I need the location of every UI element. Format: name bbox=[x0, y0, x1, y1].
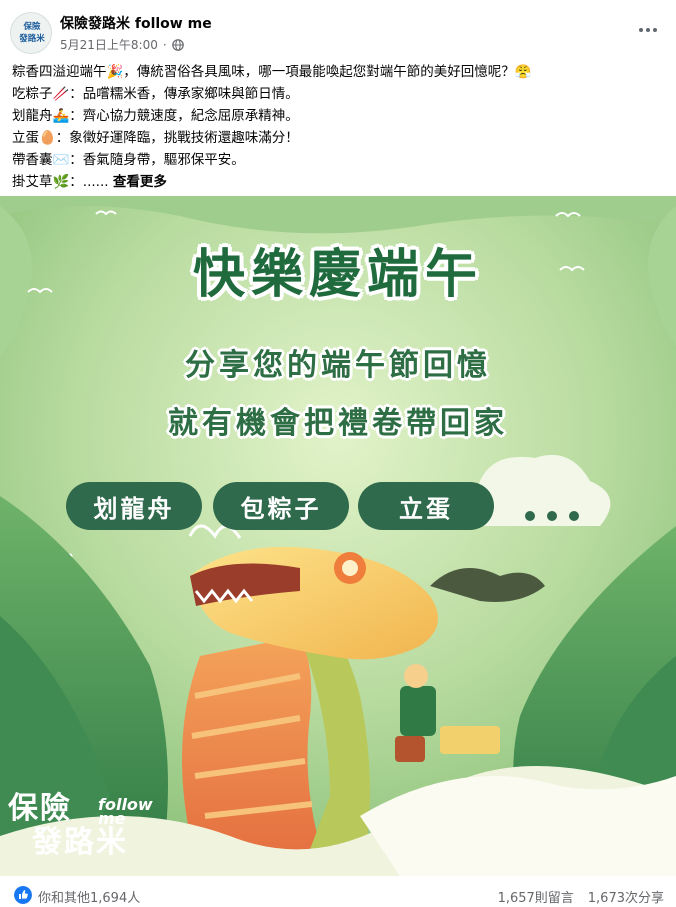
post-text-line-6: 掛艾草🌿：...... 查看更多 bbox=[12, 172, 662, 194]
comment-count[interactable]: 1,657則留言 bbox=[498, 887, 574, 906]
post-text-line-2: 吃粽子🥢：品嚐糯米香，傳承家鄉味與節日情。 bbox=[12, 85, 299, 102]
banner-subtitle-2: 就有機會把禮卷帶回家 bbox=[168, 406, 508, 441]
see-more-link[interactable]: 查看更多 bbox=[113, 174, 167, 190]
reaction-count[interactable]: 你和其他1,694人 bbox=[38, 887, 140, 906]
share-count[interactable]: 1,673次分享 bbox=[588, 887, 664, 906]
avatar-text-2: 發路米 bbox=[19, 34, 45, 44]
brand-me: me bbox=[98, 809, 126, 828]
option-egg-standing: 立蛋 bbox=[358, 482, 494, 530]
post-stats: 1,657則留言 1,673次分享 bbox=[498, 887, 664, 906]
post-meta: 5月21日上午8:00 · bbox=[60, 36, 184, 53]
page-name-link[interactable]: 保險發路米 follow me bbox=[60, 13, 212, 33]
more-options-icon[interactable] bbox=[636, 20, 660, 40]
post-text-line-6-text: 掛艾草🌿：...... bbox=[12, 173, 109, 190]
brand-follow-me: follow me bbox=[98, 797, 158, 828]
like-icon bbox=[14, 886, 32, 904]
option-zongzi: 包粽子 bbox=[213, 482, 349, 530]
avatar-text-1: 保險 bbox=[23, 22, 41, 32]
globe-icon[interactable] bbox=[171, 38, 184, 51]
page-avatar[interactable]: 保險 發路米 bbox=[10, 12, 52, 54]
post-image[interactable]: 快樂慶端午 分享您的端午節回憶 就有機會把禮卷帶回家 划龍舟 包粽子 立蛋 保險… bbox=[0, 196, 676, 876]
brand-line-2: 發路米 bbox=[32, 825, 128, 860]
post-header: 保險 發路米 保險發路米 follow me 5月21日上午8:00 · bbox=[0, 0, 676, 62]
post-timestamp[interactable]: 5月21日上午8:00 bbox=[60, 36, 158, 53]
option-dragon-boat: 划龍舟 bbox=[66, 482, 202, 530]
banner-title: 快樂慶端午 bbox=[192, 245, 483, 305]
post-text: 粽香四溢迎端午🎉，傳統習俗各具風味，哪一項最能喚起您對端午節的美好回憶呢？😤 吃… bbox=[12, 62, 662, 193]
post-text-line-5: 帶香囊✉️：香氣隨身帶，驅邪保平安。 bbox=[12, 151, 245, 168]
banner-subtitle-1: 分享您的端午節回憶 bbox=[185, 348, 491, 383]
meta-separator: · bbox=[162, 37, 167, 52]
post-text-line-1: 粽香四溢迎端午🎉，傳統習俗各具風味，哪一項最能喚起您對端午節的美好回憶呢？😤 bbox=[12, 64, 532, 80]
post-text-line-4: 立蛋🥚：象徵好運降臨，挑戰技術還趣味滿分！ bbox=[12, 129, 299, 146]
brand-logo: 保險 發路米 follow me bbox=[8, 792, 153, 860]
post-footer: 你和其他1,694人 1,657則留言 1,673次分享 bbox=[0, 876, 676, 907]
post-text-line-3: 划龍舟🚣：齊心協力競速度，紀念屈原承精神。 bbox=[12, 107, 299, 124]
